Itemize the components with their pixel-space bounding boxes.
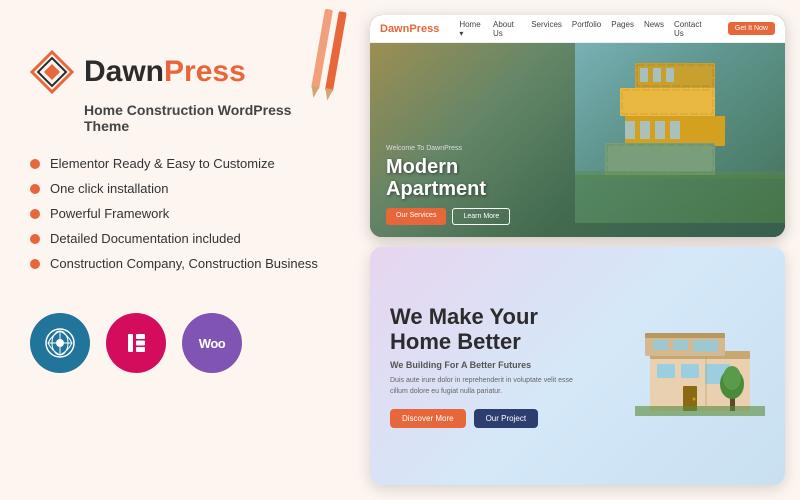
elementor-icon <box>122 329 150 357</box>
nav-pages[interactable]: Pages <box>611 20 634 38</box>
wordpress-icon <box>44 327 76 359</box>
feature-item-2: One click installation <box>30 181 330 196</box>
hero-title-line2: Apartment <box>386 178 769 200</box>
feature-item-1: Elementor Ready & Easy to Customize <box>30 156 330 171</box>
bottom-content: We Make Your Home Better We Building For… <box>390 304 615 429</box>
logo-icon <box>30 50 74 94</box>
wordpress-badge <box>30 313 90 373</box>
bullet-1 <box>30 159 40 169</box>
badges-row: Woo <box>30 313 330 373</box>
bottom-title-line2: Home Better <box>390 329 615 354</box>
features-list: Elementor Ready & Easy to Customize One … <box>30 156 330 281</box>
top-screen-mockup: DawnPress Home ▾ About Us Services Portf… <box>370 15 785 237</box>
nav-portfolio[interactable]: Portfolio <box>572 20 601 38</box>
left-panel: DawnPress Home Construction WordPress Th… <box>0 0 360 500</box>
logo-text: DawnPress <box>84 57 246 87</box>
woocommerce-badge: Woo <box>182 313 242 373</box>
nav-news[interactable]: News <box>644 20 664 38</box>
screen-logo: DawnPress <box>380 23 439 35</box>
nav-services[interactable]: Services <box>531 20 562 38</box>
hero-btn-services[interactable]: Our Services <box>386 208 446 225</box>
bullet-3 <box>30 209 40 219</box>
feature-text-2: One click installation <box>50 181 169 196</box>
feature-text-5: Construction Company, Construction Busin… <box>50 256 318 271</box>
bullet-2 <box>30 184 40 194</box>
bullet-4 <box>30 234 40 244</box>
hero-btn-learn[interactable]: Learn More <box>452 208 510 225</box>
nav-home[interactable]: Home ▾ <box>459 20 483 38</box>
bottom-screen-mockup: We Make Your Home Better We Building For… <box>370 247 785 485</box>
bottom-title-line1: We Make Your <box>390 304 615 329</box>
bullet-5 <box>30 259 40 269</box>
hero-section: Welcome To DawnPress Modern Apartment Ou… <box>370 43 785 237</box>
hero-content: Welcome To DawnPress Modern Apartment Ou… <box>386 145 769 225</box>
hero-buttons: Our Services Learn More <box>386 208 769 225</box>
screen-header: DawnPress Home ▾ About Us Services Portf… <box>370 15 785 43</box>
house-illustration-svg <box>635 306 765 416</box>
feature-text-4: Detailed Documentation included <box>50 231 241 246</box>
feature-item-5: Construction Company, Construction Busin… <box>30 256 330 271</box>
bottom-buttons: Discover More Our Project <box>390 409 615 428</box>
screen-nav: Home ▾ About Us Services Portfolio Pages… <box>459 20 708 38</box>
feature-item-4: Detailed Documentation included <box>30 231 330 246</box>
nav-contact[interactable]: Contact Us <box>674 20 708 38</box>
hero-title-line1: Modern <box>386 156 769 178</box>
hero-welcome: Welcome To DawnPress <box>386 145 769 152</box>
screen-dawn: Dawn <box>380 23 409 35</box>
logo-area: DawnPress <box>30 50 330 94</box>
feature-text-3: Powerful Framework <box>50 206 169 221</box>
tagline: Home Construction WordPress Theme <box>84 102 330 134</box>
logo-dawn: Dawn <box>84 55 164 88</box>
bottom-subtitle: We Building For A Better Futures <box>390 360 615 370</box>
bottom-building <box>635 306 765 426</box>
woo-label: Woo <box>199 336 225 351</box>
hero-title: Modern Apartment <box>386 156 769 200</box>
bottom-description: Duis aute irure dolor in reprehenderit i… <box>390 376 590 397</box>
nav-about[interactable]: About Us <box>493 20 521 38</box>
main-container: DawnPress Home Construction WordPress Th… <box>0 0 800 500</box>
screen-cta[interactable]: Get It Now <box>728 22 775 35</box>
right-panel: DawnPress Home ▾ About Us Services Portf… <box>360 0 800 500</box>
feature-text-1: Elementor Ready & Easy to Customize <box>50 156 275 171</box>
discover-more-btn[interactable]: Discover More <box>390 409 466 428</box>
screen-press: Press <box>409 23 439 35</box>
our-project-btn[interactable]: Our Project <box>474 409 538 428</box>
feature-item-3: Powerful Framework <box>30 206 330 221</box>
elementor-badge <box>106 313 166 373</box>
bottom-title: We Make Your Home Better <box>390 304 615 355</box>
logo-press: Press <box>164 55 246 88</box>
